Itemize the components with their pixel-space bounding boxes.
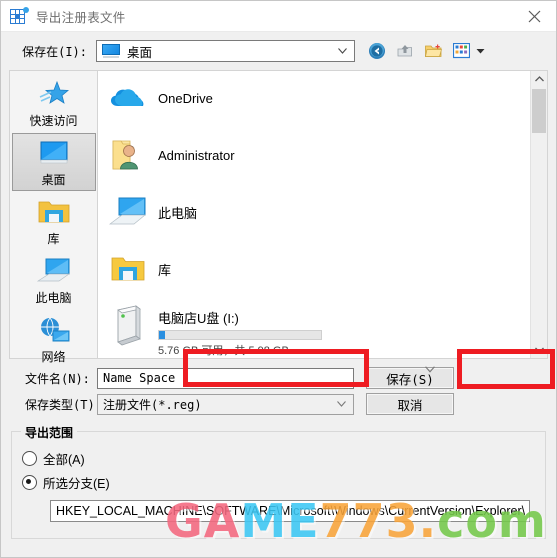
place-item-quick-access[interactable]: 快速访问: [12, 74, 96, 132]
list-item[interactable]: 库: [108, 250, 530, 288]
browser-area: 快速访问 桌面 库 此电脑 网络 OneDrive Administrator …: [9, 70, 548, 364]
place-label: 网络: [41, 350, 66, 364]
radio-all[interactable]: 全部(A): [22, 446, 545, 470]
filetype-label: 保存类型(T):: [25, 397, 102, 412]
place-label: 桌面: [41, 173, 66, 187]
capacity-text: 5.76 GB 可用，共 5.98 GB: [158, 345, 289, 357]
views-icon[interactable]: [451, 41, 471, 61]
filename-input[interactable]: Name Space: [97, 367, 354, 389]
close-button[interactable]: [512, 1, 556, 31]
filename-chevron-down-icon[interactable]: [425, 362, 435, 373]
file-name: 此电脑: [158, 205, 198, 221]
look-in-value: 桌面: [127, 45, 153, 60]
radio-selected-branch[interactable]: 所选分支(E): [22, 470, 545, 494]
filetype-row: 保存类型(T): 注册文件(*.reg) 取消: [9, 391, 548, 417]
look-in-row: 保存在(I): 桌面: [1, 32, 556, 68]
radio-selected-branch-icon[interactable]: [22, 474, 37, 490]
list-item[interactable]: OneDrive: [108, 79, 530, 117]
places-bar: 快速访问 桌面 库 此电脑 网络: [9, 70, 97, 364]
dialog-toolbar: [367, 41, 485, 61]
filename-label: 文件名(N):: [25, 371, 90, 386]
filetype-value: 注册文件(*.reg): [103, 397, 202, 412]
drive-name: 电脑店U盘 (I:): [158, 311, 239, 326]
views-chevron-down-icon[interactable]: [476, 41, 485, 61]
export-range-group: 导出范围 全部(A) 所选分支(E) HKEY_LOCAL_MACHINE\SO…: [11, 424, 546, 539]
registry-path-input[interactable]: HKEY_LOCAL_MACHINE\SOFTWARE\Microsoft\Wi…: [50, 500, 530, 522]
user-folder-icon: [108, 137, 148, 173]
save-button[interactable]: 保存(S): [366, 367, 454, 389]
scroll-down-icon[interactable]: [531, 342, 547, 358]
export-range-title: 导出范围: [21, 424, 78, 441]
radio-selected-branch-label: 所选分支(E): [43, 476, 110, 491]
library-folder-icon: [37, 195, 71, 229]
up-one-level-icon[interactable]: [395, 41, 415, 61]
onedrive-cloud-icon: [108, 80, 148, 116]
chevron-down-icon: [338, 48, 347, 54]
filename-row: 文件名(N): Name Space 保存(S): [9, 365, 548, 391]
file-name: OneDrive: [158, 90, 213, 106]
file-list[interactable]: OneDrive Administrator 此电脑 库 电脑店U盘 (I:) …: [98, 71, 530, 358]
file-name: Administrator: [158, 147, 235, 163]
place-label: 库: [47, 232, 60, 246]
file-name: 库: [158, 262, 172, 278]
list-item-drive[interactable]: 电脑店U盘 (I:) 5.76 GB 可用，共 5.98 GB: [108, 305, 530, 358]
network-icon: [37, 313, 71, 347]
place-label: 此电脑: [35, 291, 72, 305]
radio-all-icon[interactable]: [22, 450, 37, 466]
list-item[interactable]: 此电脑: [108, 193, 530, 231]
radio-all-label: 全部(A): [43, 452, 85, 467]
this-pc-icon: [108, 194, 148, 230]
this-pc-icon: [36, 254, 71, 288]
capacity-bar: [158, 330, 322, 340]
desktop-icon: [37, 136, 71, 170]
back-icon[interactable]: [367, 41, 387, 61]
look-in-combobox[interactable]: 桌面: [96, 40, 355, 62]
place-item-desktop[interactable]: 桌面: [11, 133, 96, 191]
library-folder-icon: [108, 251, 148, 287]
look-in-label: 保存在(I):: [22, 44, 87, 59]
place-label: 快速访问: [29, 114, 78, 128]
place-item-network[interactable]: 网络: [12, 310, 96, 368]
window-title: 导出注册表文件: [36, 10, 126, 25]
removable-drive-icon: [108, 305, 148, 346]
export-registry-dialog: 导出注册表文件 保存在(I): 桌面 快速访问 桌面 库 此电脑 网络 OneD…: [0, 0, 557, 558]
drive-info: 电脑店U盘 (I:) 5.76 GB 可用，共 5.98 GB: [158, 307, 322, 358]
filetype-combobox[interactable]: 注册文件(*.reg): [97, 393, 354, 415]
registry-icon: [10, 7, 29, 25]
vertical-scrollbar[interactable]: [530, 71, 547, 358]
scroll-up-icon[interactable]: [531, 71, 547, 87]
file-list-panel: OneDrive Administrator 此电脑 库 电脑店U盘 (I:) …: [97, 70, 548, 359]
scrollbar-thumb[interactable]: [532, 89, 546, 133]
title-bar: 导出注册表文件: [1, 1, 556, 32]
place-item-library[interactable]: 库: [12, 192, 96, 250]
star-icon: [38, 77, 70, 111]
place-item-this-pc[interactable]: 此电脑: [12, 251, 96, 309]
list-item[interactable]: Administrator: [108, 136, 530, 174]
new-folder-icon[interactable]: [423, 41, 443, 61]
desktop-icon: [102, 44, 120, 58]
cancel-button[interactable]: 取消: [366, 393, 454, 415]
chevron-down-icon: [337, 401, 346, 407]
